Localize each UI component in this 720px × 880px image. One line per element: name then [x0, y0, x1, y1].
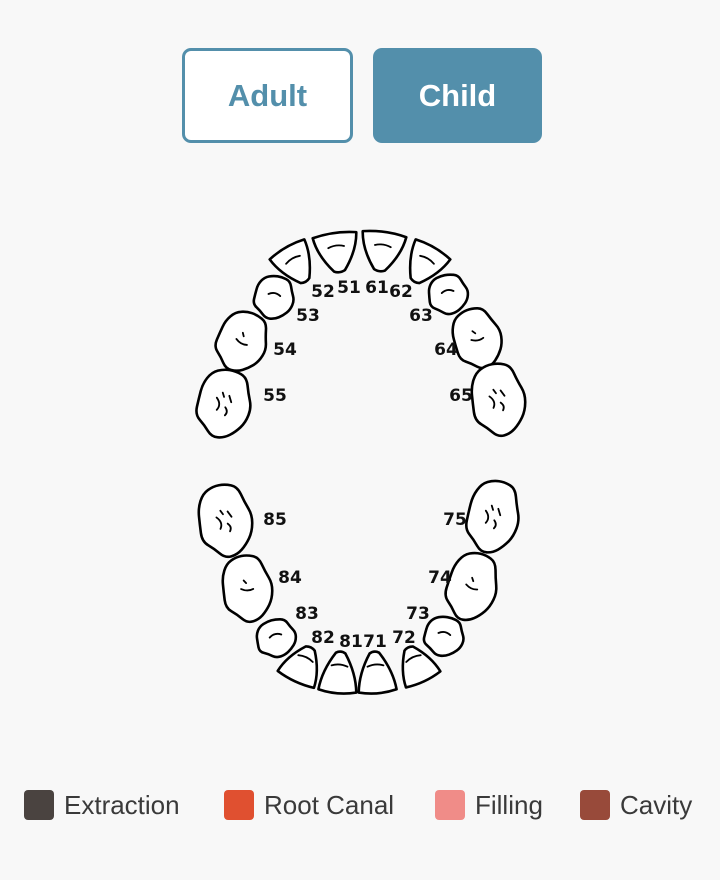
- tooth-shape: [470, 362, 527, 438]
- extraction-swatch: [24, 790, 54, 820]
- tooth-81[interactable]: [317, 650, 359, 695]
- tooth-number-63: 63: [409, 306, 433, 326]
- legend-label-extraction: Extraction: [64, 789, 180, 820]
- legend-label-root-canal: Root Canal: [264, 789, 395, 820]
- tooth-number-82: 82: [311, 628, 335, 648]
- tooth-shape: [465, 479, 520, 554]
- tooth-number-62: 62: [389, 282, 413, 302]
- tooth-shape: [197, 483, 254, 559]
- tooth-61[interactable]: [358, 229, 408, 274]
- tooth-number-75: 75: [443, 510, 467, 530]
- tooth-number-64: 64: [434, 340, 458, 360]
- tooth-shape: [361, 229, 408, 273]
- tooth-65[interactable]: [466, 360, 531, 440]
- tooth-number-54: 54: [273, 340, 297, 360]
- tooth-number-71: 71: [363, 632, 387, 652]
- tooth-number-61: 61: [365, 278, 389, 298]
- tooth-number-55: 55: [263, 386, 287, 406]
- legend-item-root-canal: Root Canal: [224, 789, 394, 821]
- tooth-number-85: 85: [263, 510, 287, 530]
- tooth-number-52: 52: [311, 282, 335, 302]
- tooth-75[interactable]: [462, 477, 525, 557]
- tooth-number-83: 83: [295, 604, 319, 624]
- tooth-number-65: 65: [449, 386, 473, 406]
- tooth-shape: [317, 650, 358, 695]
- tooth-85[interactable]: [193, 481, 258, 561]
- tooth-shape: [221, 554, 274, 624]
- legend-item-cavity: Cavity: [580, 789, 692, 821]
- tooth-shape: [195, 368, 252, 439]
- tooth-number-74: 74: [428, 568, 452, 588]
- legend: Extraction Root Canal Filling Cavity: [0, 789, 720, 821]
- legend-label-cavity: Cavity: [620, 789, 693, 820]
- tooth-number-81: 81: [339, 632, 363, 652]
- root-canal-swatch: [224, 790, 254, 820]
- tooth-51[interactable]: [311, 230, 361, 275]
- legend-item-extraction: Extraction: [24, 789, 180, 821]
- dental-chart: 55 54 53 52 51 61 62 6364 65 85 84 83 82 81 71 72 73 74 75: [192, 229, 531, 695]
- cavity-swatch: [580, 790, 610, 820]
- tooth-shape: [311, 230, 358, 274]
- tooth-number-84: 84: [278, 568, 302, 588]
- tooth-84[interactable]: [218, 552, 278, 626]
- legend-label-filling: Filling: [475, 789, 543, 820]
- tooth-number-51: 51: [337, 278, 361, 298]
- tooth-number-73: 73: [406, 604, 430, 624]
- tooth-number-72: 72: [392, 628, 416, 648]
- tooth-number-53: 53: [296, 306, 320, 326]
- tooth-55[interactable]: [192, 366, 256, 443]
- tooth-shape: [357, 650, 398, 695]
- filling-swatch: [435, 790, 465, 820]
- legend-item-filling: Filling: [435, 789, 543, 821]
- tooth-71[interactable]: [355, 650, 398, 695]
